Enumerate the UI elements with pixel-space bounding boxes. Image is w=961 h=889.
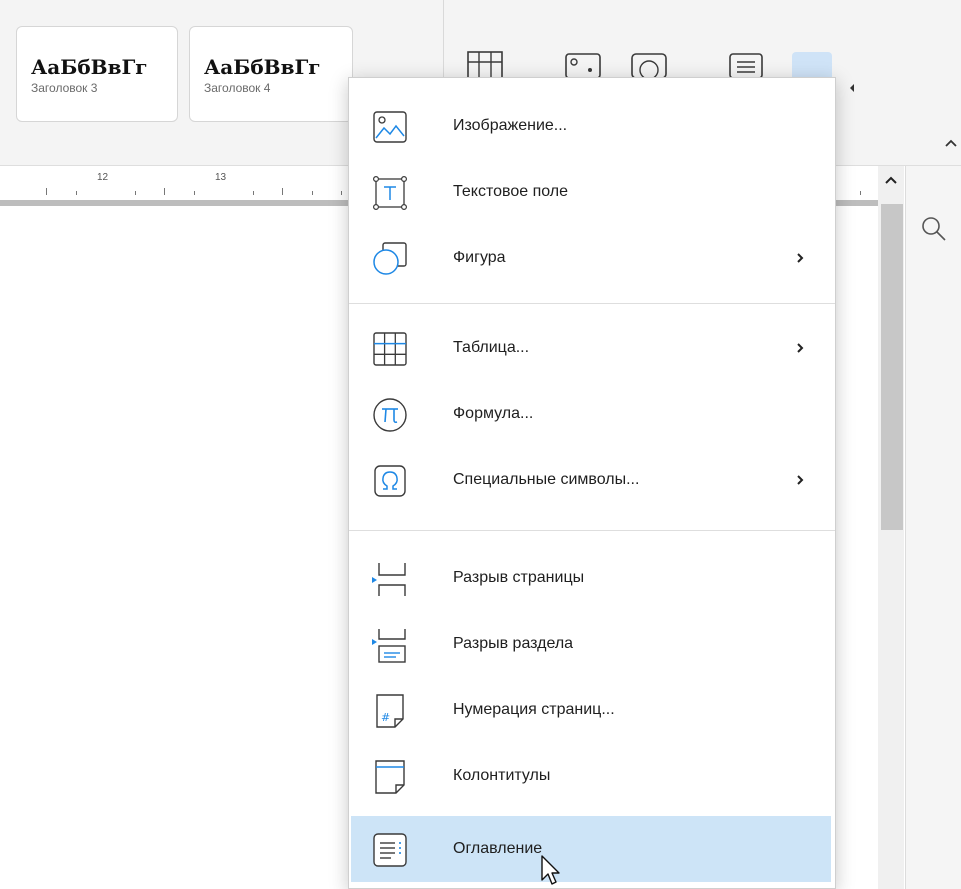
shape-icon — [373, 242, 407, 275]
menu-item-label: Таблица... — [453, 339, 530, 356]
toolbar-scroll-arrow-icon[interactable] — [850, 84, 854, 92]
ruler-tick — [341, 191, 342, 195]
menu-separator — [349, 530, 835, 531]
insert-shape-toolbar-icon[interactable] — [630, 50, 670, 80]
insert-image-toolbar-icon[interactable] — [564, 50, 604, 80]
menu-item-page-break[interactable]: Разрыв страницы — [349, 545, 835, 611]
style-caption: Заголовок 4 — [204, 81, 271, 95]
submenu-arrow-icon — [797, 475, 804, 485]
search-icon[interactable] — [921, 216, 947, 242]
table-icon — [373, 332, 407, 366]
ruler-tick — [860, 191, 861, 195]
scrollbar-thumb[interactable] — [881, 204, 903, 530]
header-footer-icon — [375, 760, 405, 794]
menu-item-table[interactable]: Таблица... — [349, 315, 835, 381]
section-break-icon — [372, 629, 406, 663]
ruler-label: 13 — [215, 172, 227, 183]
ruler-tick — [312, 191, 313, 195]
page-numbering-icon: # — [376, 694, 404, 728]
mouse-cursor-icon — [541, 855, 560, 885]
scroll-up-arrow-icon[interactable] — [885, 176, 897, 184]
page-break-icon — [372, 563, 406, 596]
menu-item-header-footer[interactable]: Колонтитулы — [349, 743, 835, 809]
insert-dropdown-menu: Изображение... Текстовое поле Фигура Таб… — [348, 77, 836, 889]
menu-item-image[interactable]: Изображение... — [349, 93, 835, 159]
style-heading-4-card[interactable]: АаБбВвГг Заголовок 4 — [189, 26, 353, 122]
menu-item-label: Специальные символы... — [453, 471, 640, 488]
svg-text:#: # — [381, 711, 390, 724]
right-side-panel — [905, 166, 961, 889]
menu-item-label: Фигура — [453, 249, 506, 266]
style-heading-3-card[interactable]: АаБбВвГг Заголовок 3 — [16, 26, 178, 122]
menu-item-text-box[interactable]: Текстовое поле — [349, 159, 835, 225]
collapse-ribbon-chevron-icon[interactable] — [944, 138, 958, 148]
submenu-arrow-icon — [797, 343, 804, 353]
formula-icon — [373, 398, 407, 432]
table-of-contents-icon — [373, 833, 407, 867]
ruler-tick — [164, 188, 165, 195]
menu-item-section-break[interactable]: Разрыв раздела — [349, 611, 835, 677]
menu-item-label: Разрыв страницы — [453, 569, 585, 586]
menu-item-formula[interactable]: Формула... — [349, 381, 835, 447]
menu-item-special-symbols[interactable]: Специальные символы... — [349, 447, 835, 513]
menu-item-label: Изображение... — [453, 117, 568, 134]
ruler-tick — [194, 191, 195, 195]
ruler-tick — [282, 188, 283, 195]
submenu-arrow-icon — [797, 253, 804, 263]
ruler-label: 12 — [97, 172, 109, 183]
menu-item-label: Разрыв раздела — [453, 635, 574, 652]
menu-item-label: Нумерация страниц... — [453, 701, 615, 718]
menu-item-label: Текстовое поле — [453, 183, 569, 200]
ruler-tick — [253, 191, 254, 195]
style-sample-text: АаБбВвГг — [204, 55, 321, 79]
insert-table-toolbar-icon[interactable] — [466, 50, 506, 80]
text-box-icon — [372, 175, 408, 211]
image-icon — [373, 111, 407, 143]
style-caption: Заголовок 3 — [31, 81, 98, 95]
menu-item-shape[interactable]: Фигура — [349, 225, 835, 291]
menu-separator — [349, 303, 835, 304]
ruler-tick — [46, 188, 47, 195]
menu-item-label: Формула... — [453, 405, 534, 422]
menu-item-table-of-contents[interactable]: Оглавление — [351, 816, 831, 882]
style-sample-text: АаБбВвГг — [31, 55, 148, 79]
insert-text-toolbar-icon[interactable] — [728, 50, 768, 80]
menu-item-label: Оглавление — [453, 840, 543, 857]
special-symbols-icon — [374, 465, 406, 497]
ruler-tick — [76, 191, 77, 195]
ruler-tick — [135, 191, 136, 195]
menu-item-label: Колонтитулы — [453, 767, 551, 784]
menu-item-page-numbering[interactable]: # Нумерация страниц... — [349, 677, 835, 743]
